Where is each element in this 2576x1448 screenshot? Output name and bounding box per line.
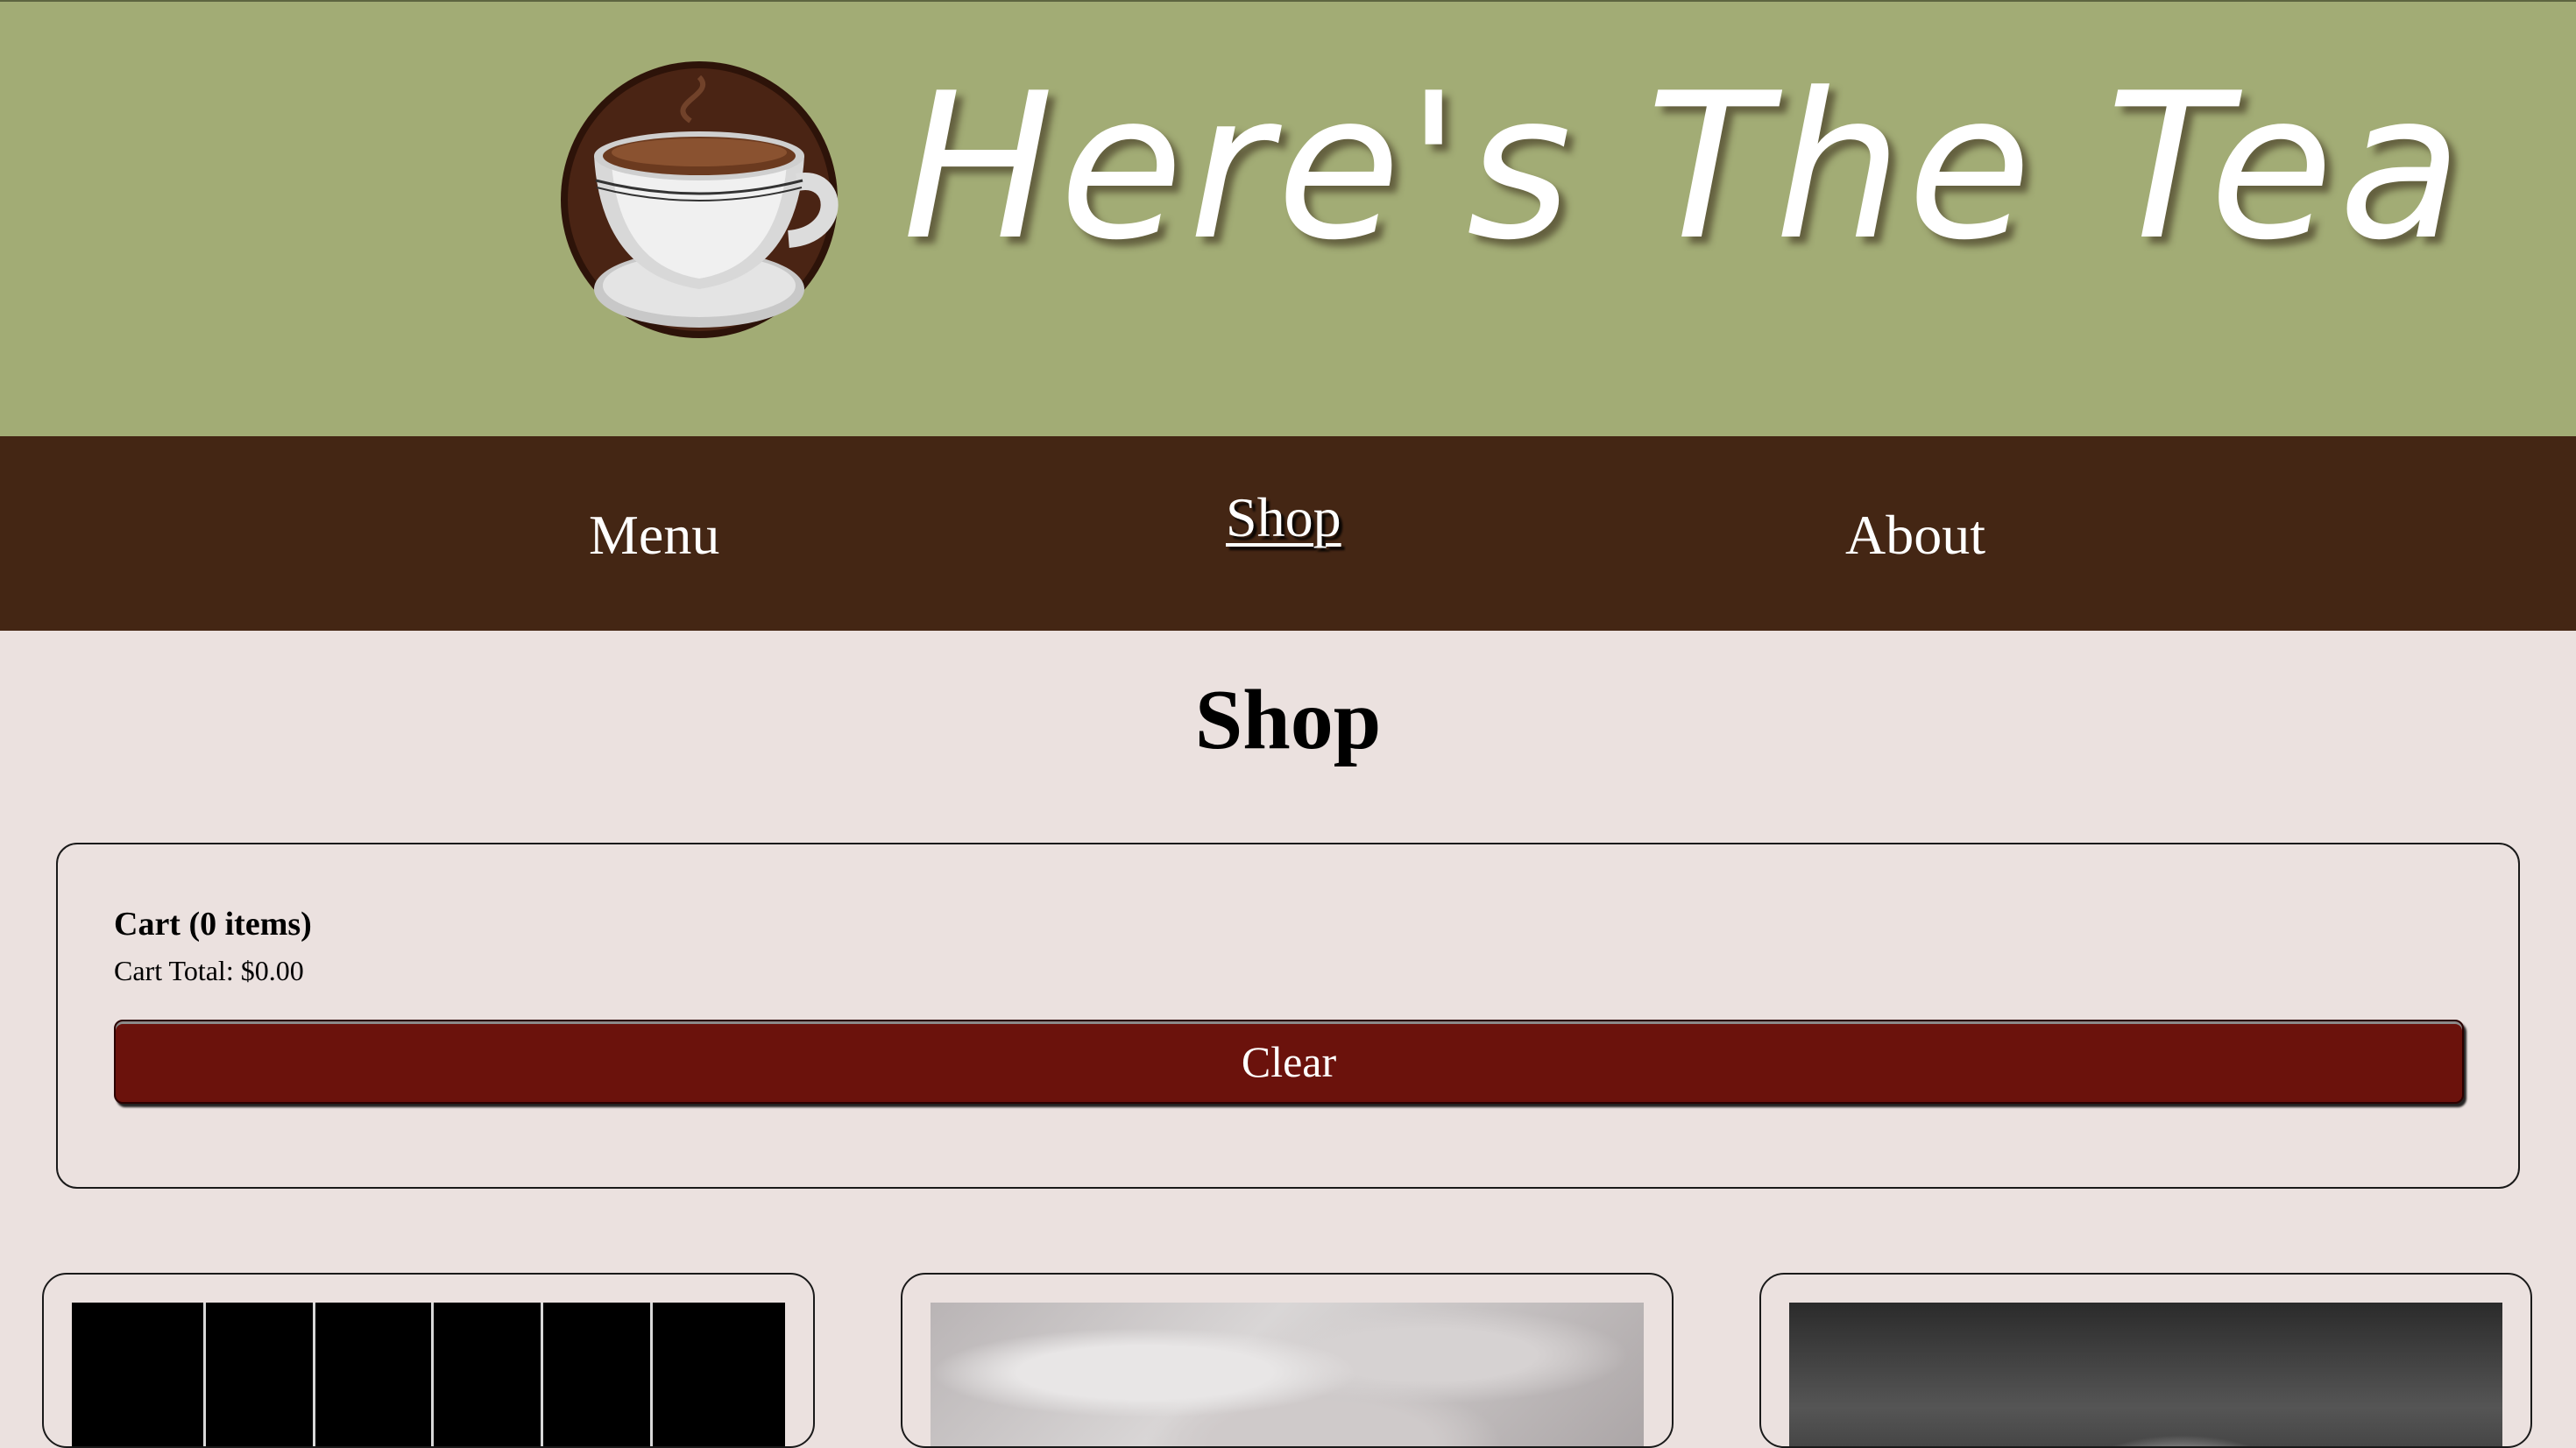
nav-about-link[interactable]: About: [1845, 503, 1985, 568]
product-card[interactable]: [1759, 1273, 2532, 1448]
cart-total: Cart Total: $0.00: [114, 955, 304, 986]
cart-panel: Cart (0 items) Cart Total: $0.00 Clear: [56, 843, 2520, 1189]
nav-menu-link[interactable]: Menu: [589, 503, 719, 568]
product-image: [72, 1303, 785, 1446]
cart-title: Cart (0 items): [114, 906, 312, 943]
page-title: Shop: [1194, 673, 1382, 767]
product-card[interactable]: [42, 1273, 815, 1448]
main-nav: Menu Shop About: [0, 436, 2576, 631]
coffee-cup-icon[interactable]: [559, 60, 839, 340]
clear-cart-button[interactable]: Clear: [114, 1020, 2464, 1104]
nav-shop-link[interactable]: Shop: [1226, 485, 1341, 550]
product-card[interactable]: [901, 1273, 1674, 1448]
brand-title: Here's The Tea: [902, 51, 2468, 285]
site-header: Here's The Tea: [0, 0, 2576, 436]
product-image: [1789, 1303, 2502, 1446]
product-image: [931, 1303, 1644, 1446]
